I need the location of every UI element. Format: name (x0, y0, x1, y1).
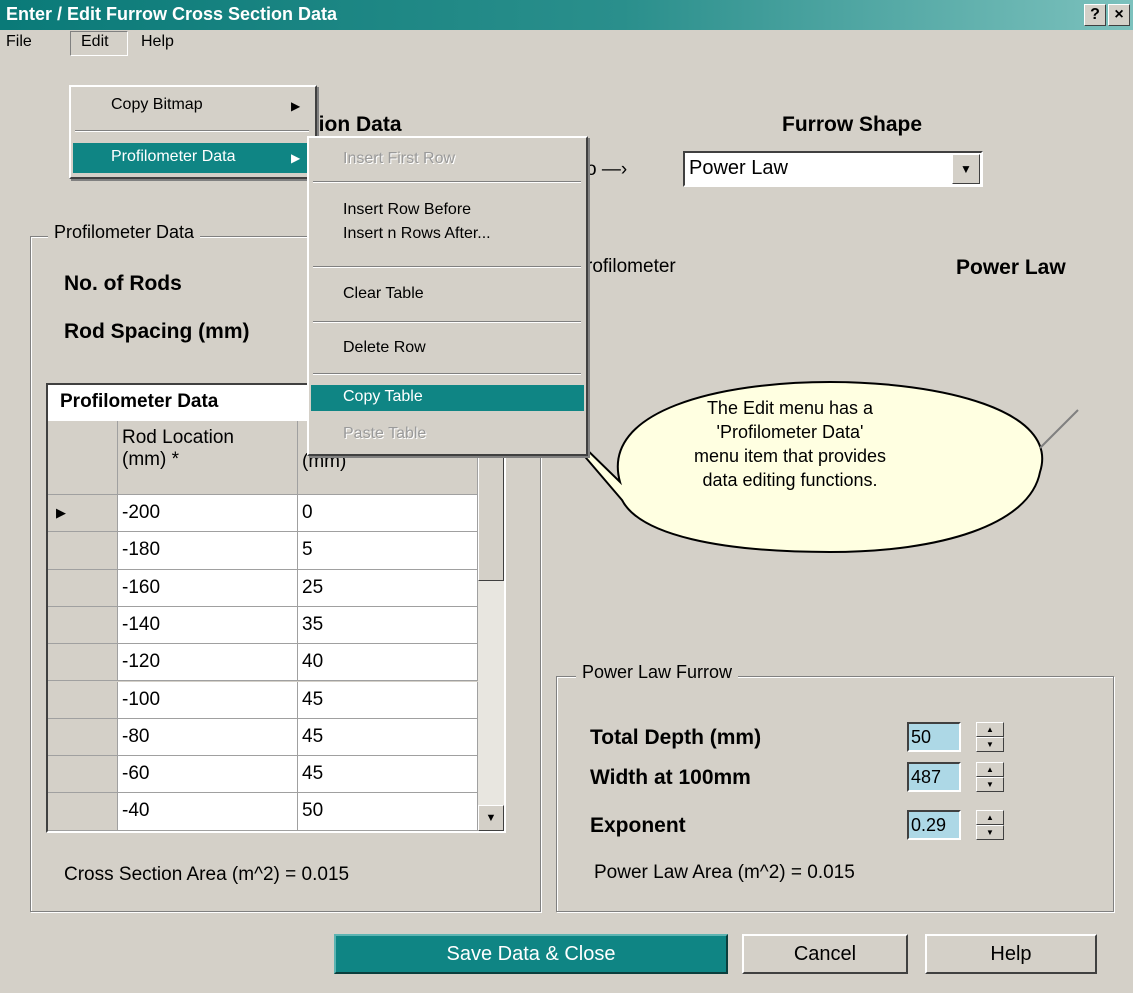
row-header-corner (48, 421, 118, 495)
menu-item-paste-table[interactable]: Paste Table (343, 425, 426, 443)
help-button[interactable]: Help (925, 934, 1097, 974)
close-button[interactable]: × (1108, 4, 1130, 26)
title-bar[interactable]: Enter / Edit Furrow Cross Section Data ?… (0, 0, 1133, 30)
rod-location-cell[interactable]: -120 (118, 644, 298, 682)
menu-item-profilometer-data[interactable]: Profilometer Data (73, 143, 313, 173)
profilometer-legend-label: rofilometer (586, 256, 676, 277)
exponent-stepper[interactable]: ▲ ▼ (976, 810, 1004, 840)
row-header (48, 793, 118, 831)
menu-file[interactable]: File (6, 33, 32, 51)
exponent-label: Exponent (590, 814, 686, 837)
depth-cell[interactable]: 35 (298, 606, 478, 645)
scroll-down-icon[interactable]: ▼ (478, 805, 504, 831)
depth-cell[interactable]: 5 (298, 532, 478, 570)
rod-location-cell[interactable]: -80 (118, 718, 298, 757)
edit-menu: Copy Bitmap ▶ Profilometer Data ▶ (69, 85, 317, 179)
row-header (48, 532, 118, 570)
depth-cell[interactable]: 40 (298, 644, 478, 682)
width-label: Width at 100mm (590, 766, 751, 789)
row-header (48, 681, 118, 719)
furrow-shape-select[interactable]: Power Law ▼ (683, 151, 983, 187)
row-header (48, 756, 118, 794)
submenu-arrow-icon: ▶ (291, 99, 301, 113)
spin-down-icon[interactable]: ▼ (976, 737, 1004, 752)
row-header (48, 644, 118, 682)
rod-location-cell[interactable]: -140 (118, 606, 298, 645)
table-scrollbar[interactable]: ▼ (478, 421, 504, 831)
rod-spacing-label: Rod Spacing (mm) (64, 320, 250, 343)
menu-separator (313, 266, 581, 268)
arrow-label: o —› (586, 159, 628, 180)
chevron-down-icon[interactable]: ▼ (952, 154, 980, 184)
power-law-group-legend: Power Law Furrow (576, 662, 739, 683)
menu-separator (313, 373, 581, 375)
depth-cell[interactable]: 45 (298, 756, 478, 794)
depth-cell[interactable]: 25 (298, 569, 478, 607)
menu-help[interactable]: Help (141, 33, 174, 51)
furrow-shape-value: Power Law (689, 157, 788, 179)
rod-location-cell[interactable]: -60 (118, 756, 298, 794)
spin-down-icon[interactable]: ▼ (976, 777, 1004, 792)
menu-item-insert-row-before[interactable]: Insert Row Before (343, 201, 471, 219)
depth-cell[interactable]: 45 (298, 681, 478, 719)
no-of-rods-label: No. of Rods (64, 272, 182, 295)
submenu-arrow-icon: ▶ (291, 151, 301, 165)
total-depth-input[interactable]: 50 (907, 722, 961, 752)
spin-up-icon[interactable]: ▲ (976, 762, 1004, 777)
profilometer-submenu: Insert First Row Insert Row Before Inser… (307, 136, 588, 456)
help-title-button[interactable]: ? (1084, 4, 1106, 26)
cross-section-area: Cross Section Area (m^2) = 0.015 (64, 864, 350, 885)
menu-bar: File Edit Help (0, 30, 1133, 56)
width-stepper[interactable]: ▲ ▼ (976, 762, 1004, 792)
menu-item-copy-bitmap[interactable]: Copy Bitmap (73, 93, 313, 119)
spin-down-icon[interactable]: ▼ (976, 825, 1004, 840)
menu-separator (75, 130, 309, 132)
width-input[interactable]: 487 (907, 762, 961, 792)
total-depth-label: Total Depth (mm) (590, 726, 762, 749)
profilometer-group-legend: Profilometer Data (48, 222, 201, 243)
row-header (48, 569, 118, 607)
rod-location-cell[interactable]: -200 (118, 495, 298, 533)
rod-location-header: Rod Location (mm) * (118, 421, 298, 495)
menu-item-delete-row[interactable]: Delete Row (343, 339, 426, 357)
menu-item-clear-table[interactable]: Clear Table (343, 285, 424, 303)
furrow-shape-label: Furrow Shape (782, 113, 923, 136)
power-law-area: Power Law Area (m^2) = 0.015 (594, 862, 855, 883)
rod-location-cell[interactable]: -160 (118, 569, 298, 607)
menu-item-insert-first-row[interactable]: Insert First Row (343, 150, 455, 168)
rod-location-cell[interactable]: -180 (118, 532, 298, 570)
save-close-button[interactable]: Save Data & Close (334, 934, 728, 974)
menu-item-insert-n-rows-after[interactable]: Insert n Rows After... (343, 225, 491, 243)
callout-text: The Edit menu has a 'Profilometer Data' … (693, 398, 887, 490)
callout-pointer-line (1039, 409, 1079, 449)
depth-cell[interactable]: 50 (298, 793, 478, 831)
spin-up-icon[interactable]: ▲ (976, 722, 1004, 737)
row-header (48, 718, 118, 757)
menu-separator (313, 181, 581, 183)
menu-item-copy-table[interactable]: Copy Table (311, 385, 584, 411)
rod-location-cell[interactable]: -100 (118, 681, 298, 719)
exponent-input[interactable]: 0.29 (907, 810, 961, 840)
row-header: ▶ (48, 495, 118, 533)
depth-cell[interactable]: 45 (298, 718, 478, 757)
row-header (48, 606, 118, 645)
window-title: Enter / Edit Furrow Cross Section Data (6, 4, 338, 24)
menu-separator (313, 321, 581, 323)
spin-up-icon[interactable]: ▲ (976, 810, 1004, 825)
menu-edit-pressed (70, 31, 128, 56)
rod-location-cell[interactable]: -40 (118, 793, 298, 831)
cancel-button[interactable]: Cancel (742, 934, 908, 974)
power-law-legend-label: Power Law (956, 256, 1066, 279)
total-depth-stepper[interactable]: ▲ ▼ (976, 722, 1004, 752)
depth-cell[interactable]: 0 (298, 495, 478, 533)
